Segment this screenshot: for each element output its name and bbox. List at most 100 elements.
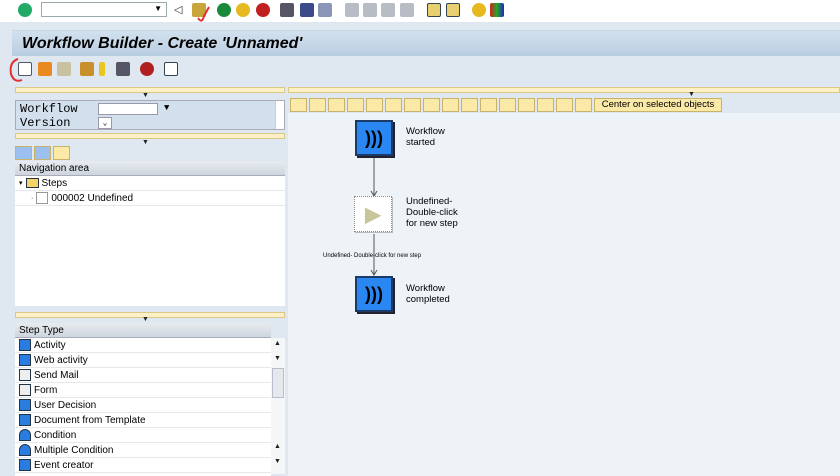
item-label: Multiple Condition	[34, 444, 114, 456]
overview-icon[interactable]	[53, 146, 70, 160]
help-icon[interactable]	[472, 3, 486, 17]
list-item[interactable]: Form	[15, 383, 271, 398]
print-icon[interactable]	[280, 3, 294, 17]
check-icon[interactable]	[99, 62, 105, 76]
list-item[interactable]: Web activity	[15, 353, 271, 368]
back-icon[interactable]: ◁	[174, 3, 182, 17]
collapse-arrow[interactable]: ▼	[142, 316, 149, 323]
user-icon[interactable]	[575, 98, 592, 112]
list-item[interactable]: Document from Template	[15, 413, 271, 428]
other-workflow-icon[interactable]	[38, 62, 52, 76]
list-item[interactable]: Multiple Condition	[15, 443, 271, 458]
highlight-icon[interactable]	[480, 98, 497, 112]
collapse-arrow[interactable]: ▼	[142, 92, 149, 99]
red-annotation-mark	[197, 6, 210, 22]
version-select[interactable]: ⌄	[98, 117, 112, 129]
insert-icon[interactable]	[423, 98, 440, 112]
navigation-area: Navigation area ▾ Steps · 000002 Undefined	[15, 161, 285, 306]
splitter[interactable]	[288, 87, 840, 93]
delete-icon[interactable]	[347, 98, 364, 112]
test-icon[interactable]	[140, 62, 154, 76]
item-label: User Decision	[34, 399, 97, 411]
node-label: Workflow started	[406, 126, 445, 148]
exit-icon[interactable]	[236, 3, 250, 17]
forward-arrow-icon[interactable]	[34, 146, 51, 160]
workflow-canvas[interactable]: ))) Workflow started ▶ Undefined- Double…	[288, 113, 840, 476]
shortcut-icon[interactable]	[446, 3, 460, 17]
zoom-in-icon[interactable]	[537, 98, 554, 112]
graphic-panel: ▼ Center on selected objects ))) Workflo…	[288, 85, 840, 476]
condition-icon	[19, 429, 31, 441]
scroll-thumb[interactable]	[272, 368, 284, 398]
step-type-list: Step Type Activity Web activity Send Mai…	[15, 323, 271, 476]
undo-icon[interactable]	[442, 98, 459, 112]
new-icon[interactable]	[290, 98, 307, 112]
node-label: Undefined- Double-click for new step	[406, 196, 458, 229]
folder-icon	[25, 178, 39, 188]
binding-icon[interactable]	[80, 62, 94, 76]
splitter[interactable]	[15, 133, 285, 139]
scroll-up-icon[interactable]: ▲	[274, 340, 281, 347]
enter-icon[interactable]	[18, 3, 32, 17]
list-item[interactable]: Condition	[15, 428, 271, 443]
version-label: Version	[20, 116, 71, 130]
back-arrow-icon[interactable]	[15, 146, 32, 160]
multiple-condition-icon	[19, 444, 31, 456]
tree-node-steps[interactable]: ▾ Steps	[15, 176, 285, 191]
splitter[interactable]	[15, 87, 285, 93]
form-scrollbar[interactable]	[275, 101, 284, 129]
workflow-dropdown-icon[interactable]: ▼	[164, 103, 169, 113]
undefined-step-node[interactable]: ▶	[354, 196, 392, 232]
first-page-icon[interactable]	[345, 3, 359, 17]
item-label: Web activity	[34, 354, 88, 366]
redo-icon[interactable]	[461, 98, 478, 112]
find-icon[interactable]	[300, 3, 314, 17]
find-next-icon[interactable]	[318, 3, 332, 17]
back-green-icon[interactable]	[217, 3, 231, 17]
copy-icon[interactable]	[385, 98, 402, 112]
zoom-out-icon[interactable]	[556, 98, 573, 112]
send-mail-icon	[19, 369, 31, 381]
overview-icon[interactable]	[499, 98, 516, 112]
splitter[interactable]	[15, 312, 285, 318]
new-session-icon[interactable]	[427, 3, 441, 17]
workflow-completed-node[interactable]: )))	[355, 276, 393, 312]
layout-icon[interactable]	[164, 62, 178, 76]
center-selected-button[interactable]: Center on selected objects	[594, 98, 722, 112]
document-template-icon	[19, 414, 31, 426]
cut-icon[interactable]	[366, 98, 383, 112]
list-item[interactable]: Activity	[15, 338, 271, 353]
customize-layout-icon[interactable]	[490, 3, 504, 17]
step-type-header: Step Type	[15, 323, 271, 338]
red-circle-annotation	[9, 58, 23, 82]
cancel-icon[interactable]	[256, 3, 270, 17]
edit-icon[interactable]	[309, 98, 326, 112]
paste-icon[interactable]	[404, 98, 421, 112]
workflow-input[interactable]	[98, 103, 158, 115]
left-panel: ▼ Workflow ▼ Version ⌄ ▼ Navigation area…	[12, 85, 287, 476]
list-item[interactable]: User Decision	[15, 398, 271, 413]
command-field[interactable]: ▼	[41, 2, 167, 17]
scroll-down-icon[interactable]: ▼	[274, 458, 281, 465]
last-page-icon[interactable]	[400, 3, 414, 17]
align-icon[interactable]	[518, 98, 535, 112]
change-icon[interactable]	[57, 62, 71, 76]
scroll-up-icon[interactable]: ▲	[274, 443, 281, 450]
chevron-down-icon[interactable]: ▼	[154, 4, 162, 13]
item-label: Event creator	[34, 459, 94, 471]
list-item[interactable]: Send Mail	[15, 368, 271, 383]
list-item[interactable]: Event creator	[15, 458, 271, 473]
tree-node-step[interactable]: · 000002 Undefined	[15, 191, 285, 206]
scroll-down-icon[interactable]: ▼	[274, 355, 281, 362]
collapse-arrow[interactable]: ▼	[142, 139, 149, 146]
item-label: Document from Template	[34, 414, 146, 426]
workflow-label: Workflow	[20, 102, 78, 116]
next-page-icon[interactable]	[381, 3, 395, 17]
print-graphic-icon[interactable]	[116, 62, 130, 76]
prev-page-icon[interactable]	[363, 3, 377, 17]
tree-label: Steps	[41, 177, 68, 189]
collapse-arrow[interactable]: ▼	[688, 91, 695, 98]
workflow-started-node[interactable]: )))	[355, 120, 393, 156]
list-scrollbar[interactable]: ▲ ▼ ▲ ▼	[271, 338, 285, 474]
link-icon[interactable]	[328, 98, 345, 112]
